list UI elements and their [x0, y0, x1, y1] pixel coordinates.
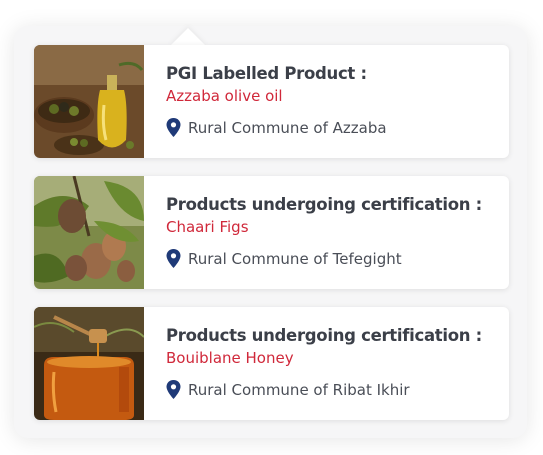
card-title: Products undergoing certification : [166, 326, 482, 345]
product-name[interactable]: Bouiblane Honey [166, 349, 509, 367]
product-card-olive-oil[interactable]: PGI Labelled Product : Azzaba olive oil … [34, 45, 509, 158]
honey-photo [34, 307, 144, 420]
olive-oil-photo [34, 45, 144, 158]
location-text: Rural Commune of Azzaba [188, 118, 387, 137]
location-pin-icon [166, 118, 181, 137]
product-name[interactable]: Chaari Figs [166, 218, 509, 236]
location-text: Rural Commune of Tefegight [188, 249, 402, 268]
card-title: PGI Labelled Product : [166, 64, 367, 83]
popup-pointer [170, 28, 206, 46]
location-text: Rural Commune of Ribat Ikhir [188, 380, 410, 399]
product-card-honey[interactable]: Products undergoing certification : Boui… [34, 307, 509, 420]
figs-photo [34, 176, 144, 289]
location-pin-icon [166, 249, 181, 268]
product-name[interactable]: Azzaba olive oil [166, 87, 509, 105]
card-title: Products undergoing certification : [166, 195, 482, 214]
location-pin-icon [166, 380, 181, 399]
product-card-figs[interactable]: Products undergoing certification : Chaa… [34, 176, 509, 289]
